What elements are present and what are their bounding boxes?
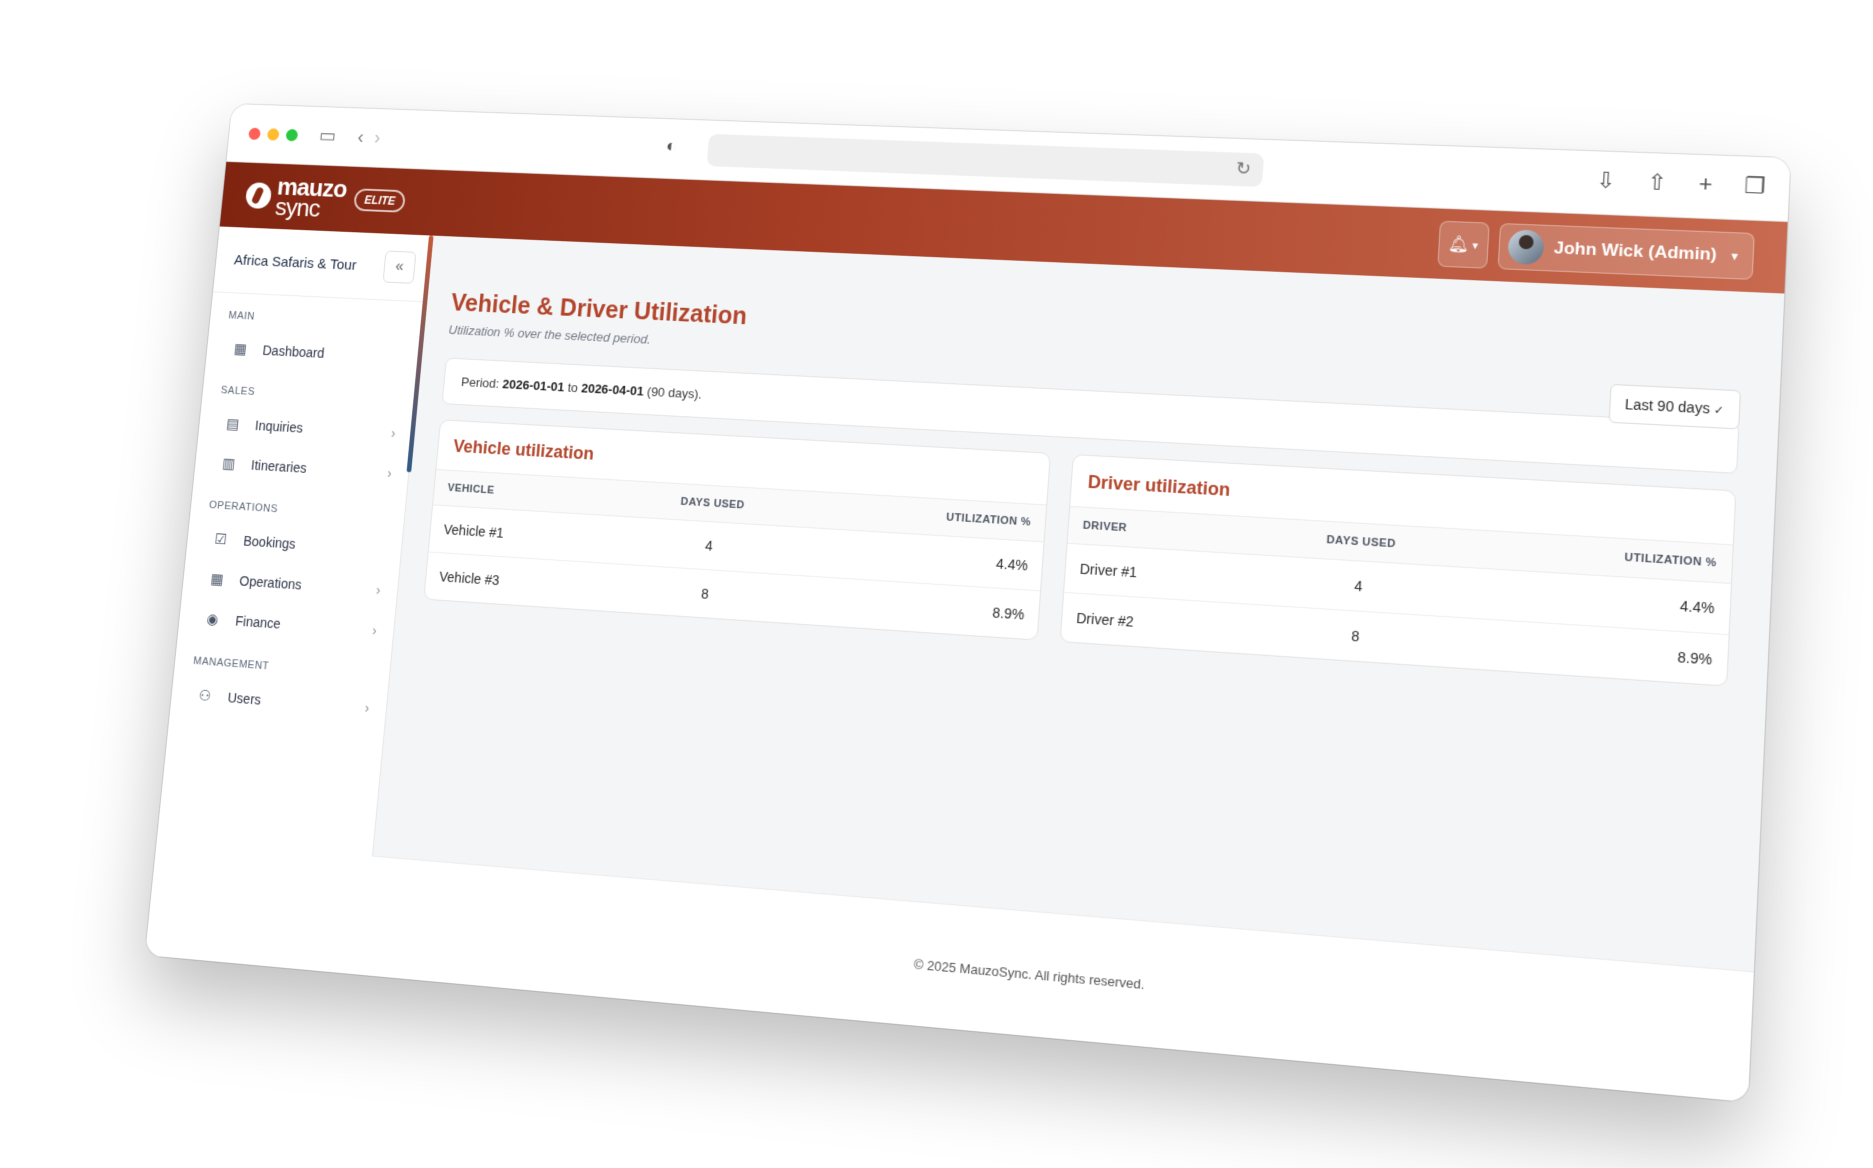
browser-actions: ⇩ ⇧ + ❐	[1596, 167, 1767, 199]
browser-window: ▭ ‹ › ◐ ↻ ⇩ ⇧ + ❐ mauzo sync ELITE 🔔︎ ▾ …	[144, 103, 1791, 1103]
shield-icon[interactable]: ◐	[665, 136, 677, 156]
date-range-select[interactable]: Last 90 days ✓	[1608, 383, 1742, 430]
chevron-right-icon: ›	[390, 425, 397, 441]
calendar-check-icon: ☑	[213, 531, 228, 549]
plan-badge: ELITE	[353, 188, 407, 213]
driver-utilization-card: Driver utilization DRIVER DAYS USED UTIL…	[1059, 454, 1737, 687]
users-icon: ⚇	[197, 687, 212, 705]
double-chevron-left-icon: «	[394, 258, 405, 275]
user-menu-button[interactable]: John Wick (Admin) ▾	[1497, 223, 1755, 280]
minimize-window-button[interactable]	[266, 127, 280, 141]
period-end: 2026-04-01	[580, 380, 645, 399]
address-bar[interactable]: ↻	[706, 133, 1265, 187]
bell-icon: 🔔︎	[1447, 236, 1470, 254]
dashboard-icon: ▦	[233, 341, 248, 358]
avatar	[1506, 229, 1545, 265]
chevron-down-icon: ▾	[1472, 239, 1479, 252]
calendar-icon: ▦	[209, 571, 225, 589]
reload-icon[interactable]: ↻	[1235, 158, 1251, 179]
download-icon[interactable]: ⇩	[1596, 167, 1617, 194]
copyright-text: © 2025 MauzoSync. All rights reserved.	[913, 955, 1146, 992]
tabs-overview-icon[interactable]: ❐	[1744, 173, 1766, 200]
chevron-down-icon: ▾	[1731, 249, 1738, 263]
period-start: 2026-01-01	[501, 376, 566, 395]
chevron-right-icon: ›	[364, 699, 371, 716]
logo-text-bottom: sync	[273, 192, 321, 223]
window-controls	[248, 127, 299, 141]
maximize-window-button[interactable]	[285, 128, 299, 141]
logo-icon	[244, 182, 273, 210]
chevron-right-icon[interactable]: ›	[373, 128, 381, 149]
map-icon: ▥	[221, 455, 236, 473]
coins-icon: ◉	[205, 611, 220, 629]
company-name: Africa Safaris & Tour	[233, 251, 358, 274]
header-actions: 🔔︎ ▾ John Wick (Admin) ▾	[1437, 220, 1755, 280]
chevron-down-icon: ✓	[1713, 404, 1725, 418]
user-name: John Wick (Admin)	[1553, 238, 1718, 265]
chevron-right-icon: ›	[371, 622, 378, 639]
vehicle-utilization-card: Vehicle utilization VEHICLE DAYS USED UT…	[423, 419, 1051, 641]
chevron-right-icon: ›	[386, 465, 393, 481]
share-icon[interactable]: ⇧	[1647, 169, 1668, 196]
sidebar-toggle-icon[interactable]: ▭	[318, 126, 337, 147]
close-window-button[interactable]	[248, 127, 261, 140]
chevron-right-icon: ›	[375, 582, 382, 598]
new-tab-icon[interactable]: +	[1698, 171, 1713, 198]
logo[interactable]: mauzo sync ELITE	[244, 172, 407, 223]
chevron-left-icon[interactable]: ‹	[357, 127, 365, 148]
company-header: Africa Safaris & Tour «	[212, 226, 431, 303]
inquiries-icon: ▤	[225, 416, 240, 433]
collapse-sidebar-button[interactable]: «	[382, 250, 417, 284]
notifications-button[interactable]: 🔔︎ ▾	[1437, 220, 1490, 269]
